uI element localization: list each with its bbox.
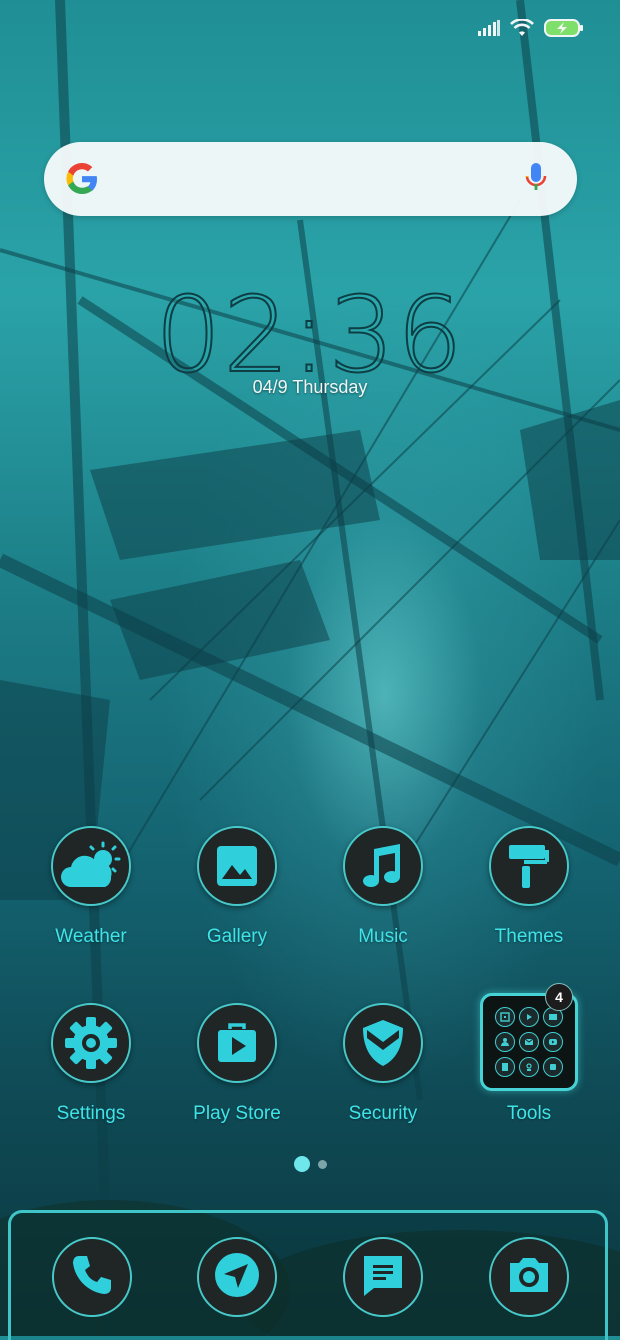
app-settings[interactable]: Settings <box>18 1003 164 1125</box>
camera-icon <box>506 1255 552 1300</box>
app-music[interactable]: Music <box>310 826 456 948</box>
app-security[interactable]: Security <box>310 1003 456 1125</box>
dock-camera[interactable] <box>489 1237 569 1317</box>
clock-time[interactable]: 02:36 <box>0 282 620 388</box>
play-icon <box>519 1006 539 1027</box>
page-indicator[interactable] <box>0 1156 620 1172</box>
app-weather[interactable]: Weather <box>18 826 164 948</box>
contacts-icon <box>495 1031 515 1052</box>
mic-icon[interactable] <box>525 162 547 201</box>
wifi-icon <box>510 18 534 42</box>
app-label: Themes <box>494 926 564 947</box>
mail-icon <box>519 1031 539 1052</box>
messages-icon <box>360 1252 406 1303</box>
folder-tools[interactable]: 4 Tools <box>456 983 602 1125</box>
phone-icon <box>70 1253 114 1302</box>
gallery-icon <box>197 826 277 906</box>
app-label: Music <box>358 926 408 947</box>
calculator-icon <box>495 1057 515 1078</box>
google-search-bar[interactable] <box>44 142 577 216</box>
themes-icon <box>489 826 569 906</box>
dock-phone[interactable] <box>52 1237 132 1317</box>
settings-icon <box>51 1003 131 1083</box>
app-gallery[interactable]: Gallery <box>164 826 310 948</box>
app-label: Weather <box>55 926 127 947</box>
signal-icon <box>478 20 500 41</box>
dock-navigation[interactable] <box>197 1237 277 1317</box>
notification-badge: 4 <box>545 983 573 1011</box>
app-label: Gallery <box>206 926 268 947</box>
app-label: Tools <box>506 1103 552 1124</box>
app-label: Security <box>348 1103 418 1124</box>
google-logo-icon <box>64 161 100 202</box>
fm-icon <box>519 1057 539 1078</box>
recorder-icon <box>543 1057 563 1078</box>
app-play-store[interactable]: Play Store <box>164 1003 310 1125</box>
status-bar <box>478 18 584 43</box>
app-label: Play Store <box>193 1103 281 1124</box>
music-icon <box>343 826 423 906</box>
clock-date: 04/9 Thursday <box>252 377 368 397</box>
dock-messages[interactable] <box>343 1237 423 1317</box>
weather-icon <box>51 826 131 906</box>
qr-icon <box>495 1006 515 1027</box>
security-icon <box>343 1003 423 1083</box>
app-label: Settings <box>56 1103 126 1124</box>
navigation-icon <box>213 1251 261 1304</box>
youtube-icon <box>543 1031 563 1052</box>
app-themes[interactable]: Themes <box>456 826 602 948</box>
page-dot[interactable] <box>317 1159 327 1169</box>
battery-charging-icon <box>544 18 584 43</box>
page-dot-active[interactable] <box>293 1156 310 1172</box>
play-store-icon <box>197 1003 277 1083</box>
